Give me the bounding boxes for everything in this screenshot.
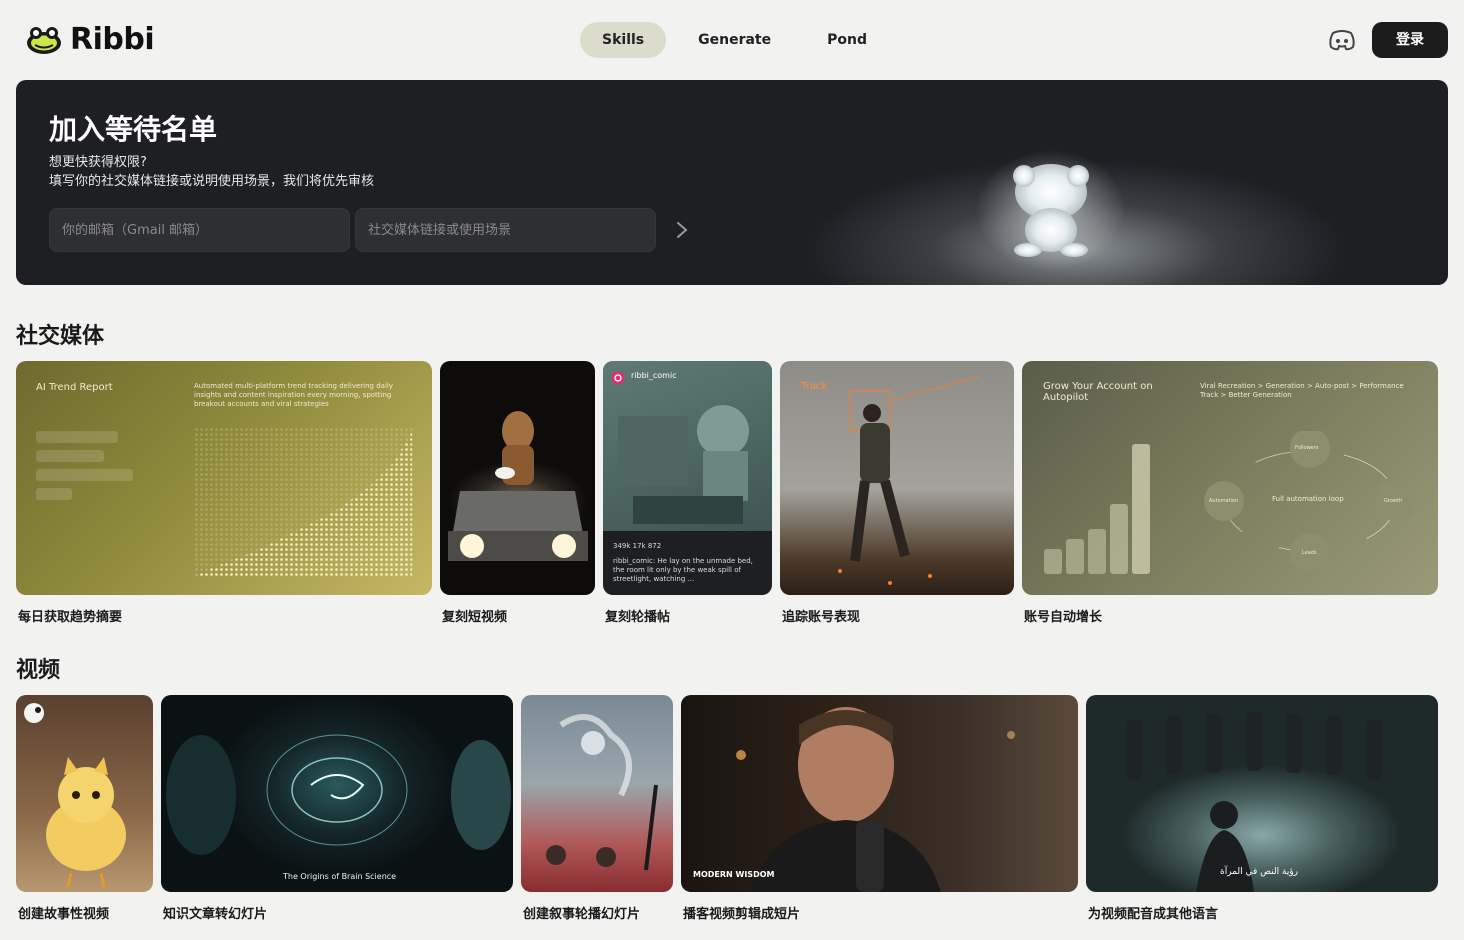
card-label-story-video: 创建故事性视频 <box>18 907 110 922</box>
trend-dot-chart-graphic <box>194 427 414 577</box>
tab-generate[interactable]: Generate <box>676 22 793 58</box>
section-title-video: 视频 <box>16 658 61 683</box>
walking-man-tracking-image <box>838 375 981 585</box>
track-title: Track <box>801 381 828 392</box>
trend-report-text: Automated multi-platform trend tracking … <box>194 382 393 408</box>
tab-pond[interactable]: Pond <box>805 22 889 58</box>
post-caption: ribbi_comic: He lay on the unmade bed, t… <box>613 557 753 583</box>
dubbing-subtitle: رؤية النص في المرآة <box>1220 867 1299 877</box>
card-label-daily-trend: 每日获取趋势摘要 <box>18 610 123 625</box>
narrative-illustration-image <box>546 714 658 871</box>
social-link-input[interactable] <box>355 208 656 252</box>
main-nav: Skills Generate Pond <box>580 22 889 58</box>
platform-bar-youtube <box>36 488 72 500</box>
top-header: Ribbi Skills Generate Pond 登录 <box>0 0 1464 80</box>
card-auto-growth[interactable]: Grow Your Account on Autopilot Viral Rec… <box>1022 361 1438 595</box>
card-label-narrative-carousel: 创建叙事轮播幻灯片 <box>523 907 641 922</box>
podcast-watermark: MODERN WISDOM <box>693 870 775 879</box>
card-label-auto-growth: 账号自动增长 <box>1024 610 1103 625</box>
horse-car-night-image <box>448 411 588 561</box>
cycle-node-growth: Growth <box>1384 498 1403 504</box>
discord-icon[interactable] <box>1328 28 1356 52</box>
card-replicate-video[interactable] <box>440 361 595 595</box>
cycle-node-leads: Leads <box>1302 550 1317 556</box>
logo-text: Ribbi <box>70 22 155 57</box>
waitlist-title: 加入等待名单 <box>49 113 218 146</box>
cycle-center-label: Full automation loop <box>1272 495 1344 503</box>
card-label-video-dubbing: 为视频配音成其他语言 <box>1088 907 1219 922</box>
waitlist-description: 填写你的社交媒体链接或说明使用场景，我们将优先审核 <box>49 174 375 189</box>
card-video-dubbing[interactable]: رؤية النص في المرآة <box>1086 695 1438 892</box>
card-story-video[interactable] <box>16 695 153 892</box>
post-stats: 349k 17k 872 <box>613 542 662 550</box>
card-label-article-slides: 知识文章转幻灯片 <box>163 907 268 922</box>
glowing-frog-mascot-image <box>976 150 1126 270</box>
waitlist-subtitle: 想更快获得权限? <box>49 155 147 170</box>
post-username: ribbi_comic <box>631 371 677 380</box>
login-button[interactable]: 登录 <box>1372 22 1448 58</box>
section-title-social: 社交媒体 <box>16 324 105 349</box>
kitten-chick-image <box>24 703 126 888</box>
frog-logo-icon <box>27 26 61 54</box>
card-article-slides[interactable]: The Origins of Brain Science <box>161 695 513 892</box>
card-replicate-carousel[interactable]: ribbi_comic 349k 17k 872 ribbi_comic: He… <box>603 361 772 595</box>
chevron-right-icon[interactable] <box>674 220 690 240</box>
card-label-podcast-clips: 播客视频剪辑成短片 <box>683 907 801 922</box>
platform-bar-tiktok <box>36 450 104 462</box>
platform-bar-instagram <box>36 469 133 481</box>
brain-science-image <box>166 734 511 855</box>
growth-pipeline-text: Viral Recreation > Generation > Auto-pos… <box>1200 382 1404 399</box>
mirror-dancers-image <box>1126 711 1382 892</box>
cycle-node-followers: Followers <box>1295 445 1319 451</box>
growth-bars-graphic <box>1044 444 1150 574</box>
brain-slide-caption: The Origins of Brain Science <box>283 872 397 881</box>
card-label-replicate-carousel: 复刻轮播帖 <box>605 610 671 625</box>
podcast-host-image <box>736 707 1015 892</box>
growth-title: Grow Your Account on Autopilot <box>1043 381 1153 403</box>
cycle-node-automation: Automation <box>1209 498 1239 504</box>
card-daily-trend[interactable]: AI Trend Report Automated multi-platform… <box>16 361 432 595</box>
card-podcast-clips[interactable]: MODERN WISDOM <box>681 695 1078 892</box>
automation-cycle-graphic <box>1204 431 1415 573</box>
waitlist-banner: 加入等待名单 想更快获得权限? 填写你的社交媒体链接或说明使用场景，我们将优先审… <box>16 80 1448 285</box>
trend-report-title: AI Trend Report <box>36 382 113 393</box>
tab-skills[interactable]: Skills <box>580 22 667 58</box>
comic-illustration <box>618 405 749 524</box>
platform-bar-x <box>36 431 118 443</box>
email-input[interactable] <box>49 208 350 252</box>
card-label-replicate-video: 复刻短视频 <box>442 610 508 625</box>
card-label-track-account: 追踪账号表现 <box>782 610 861 625</box>
logo[interactable]: Ribbi <box>24 22 155 57</box>
card-track-account[interactable]: Track <box>780 361 1014 595</box>
card-narrative-carousel[interactable] <box>521 695 673 892</box>
